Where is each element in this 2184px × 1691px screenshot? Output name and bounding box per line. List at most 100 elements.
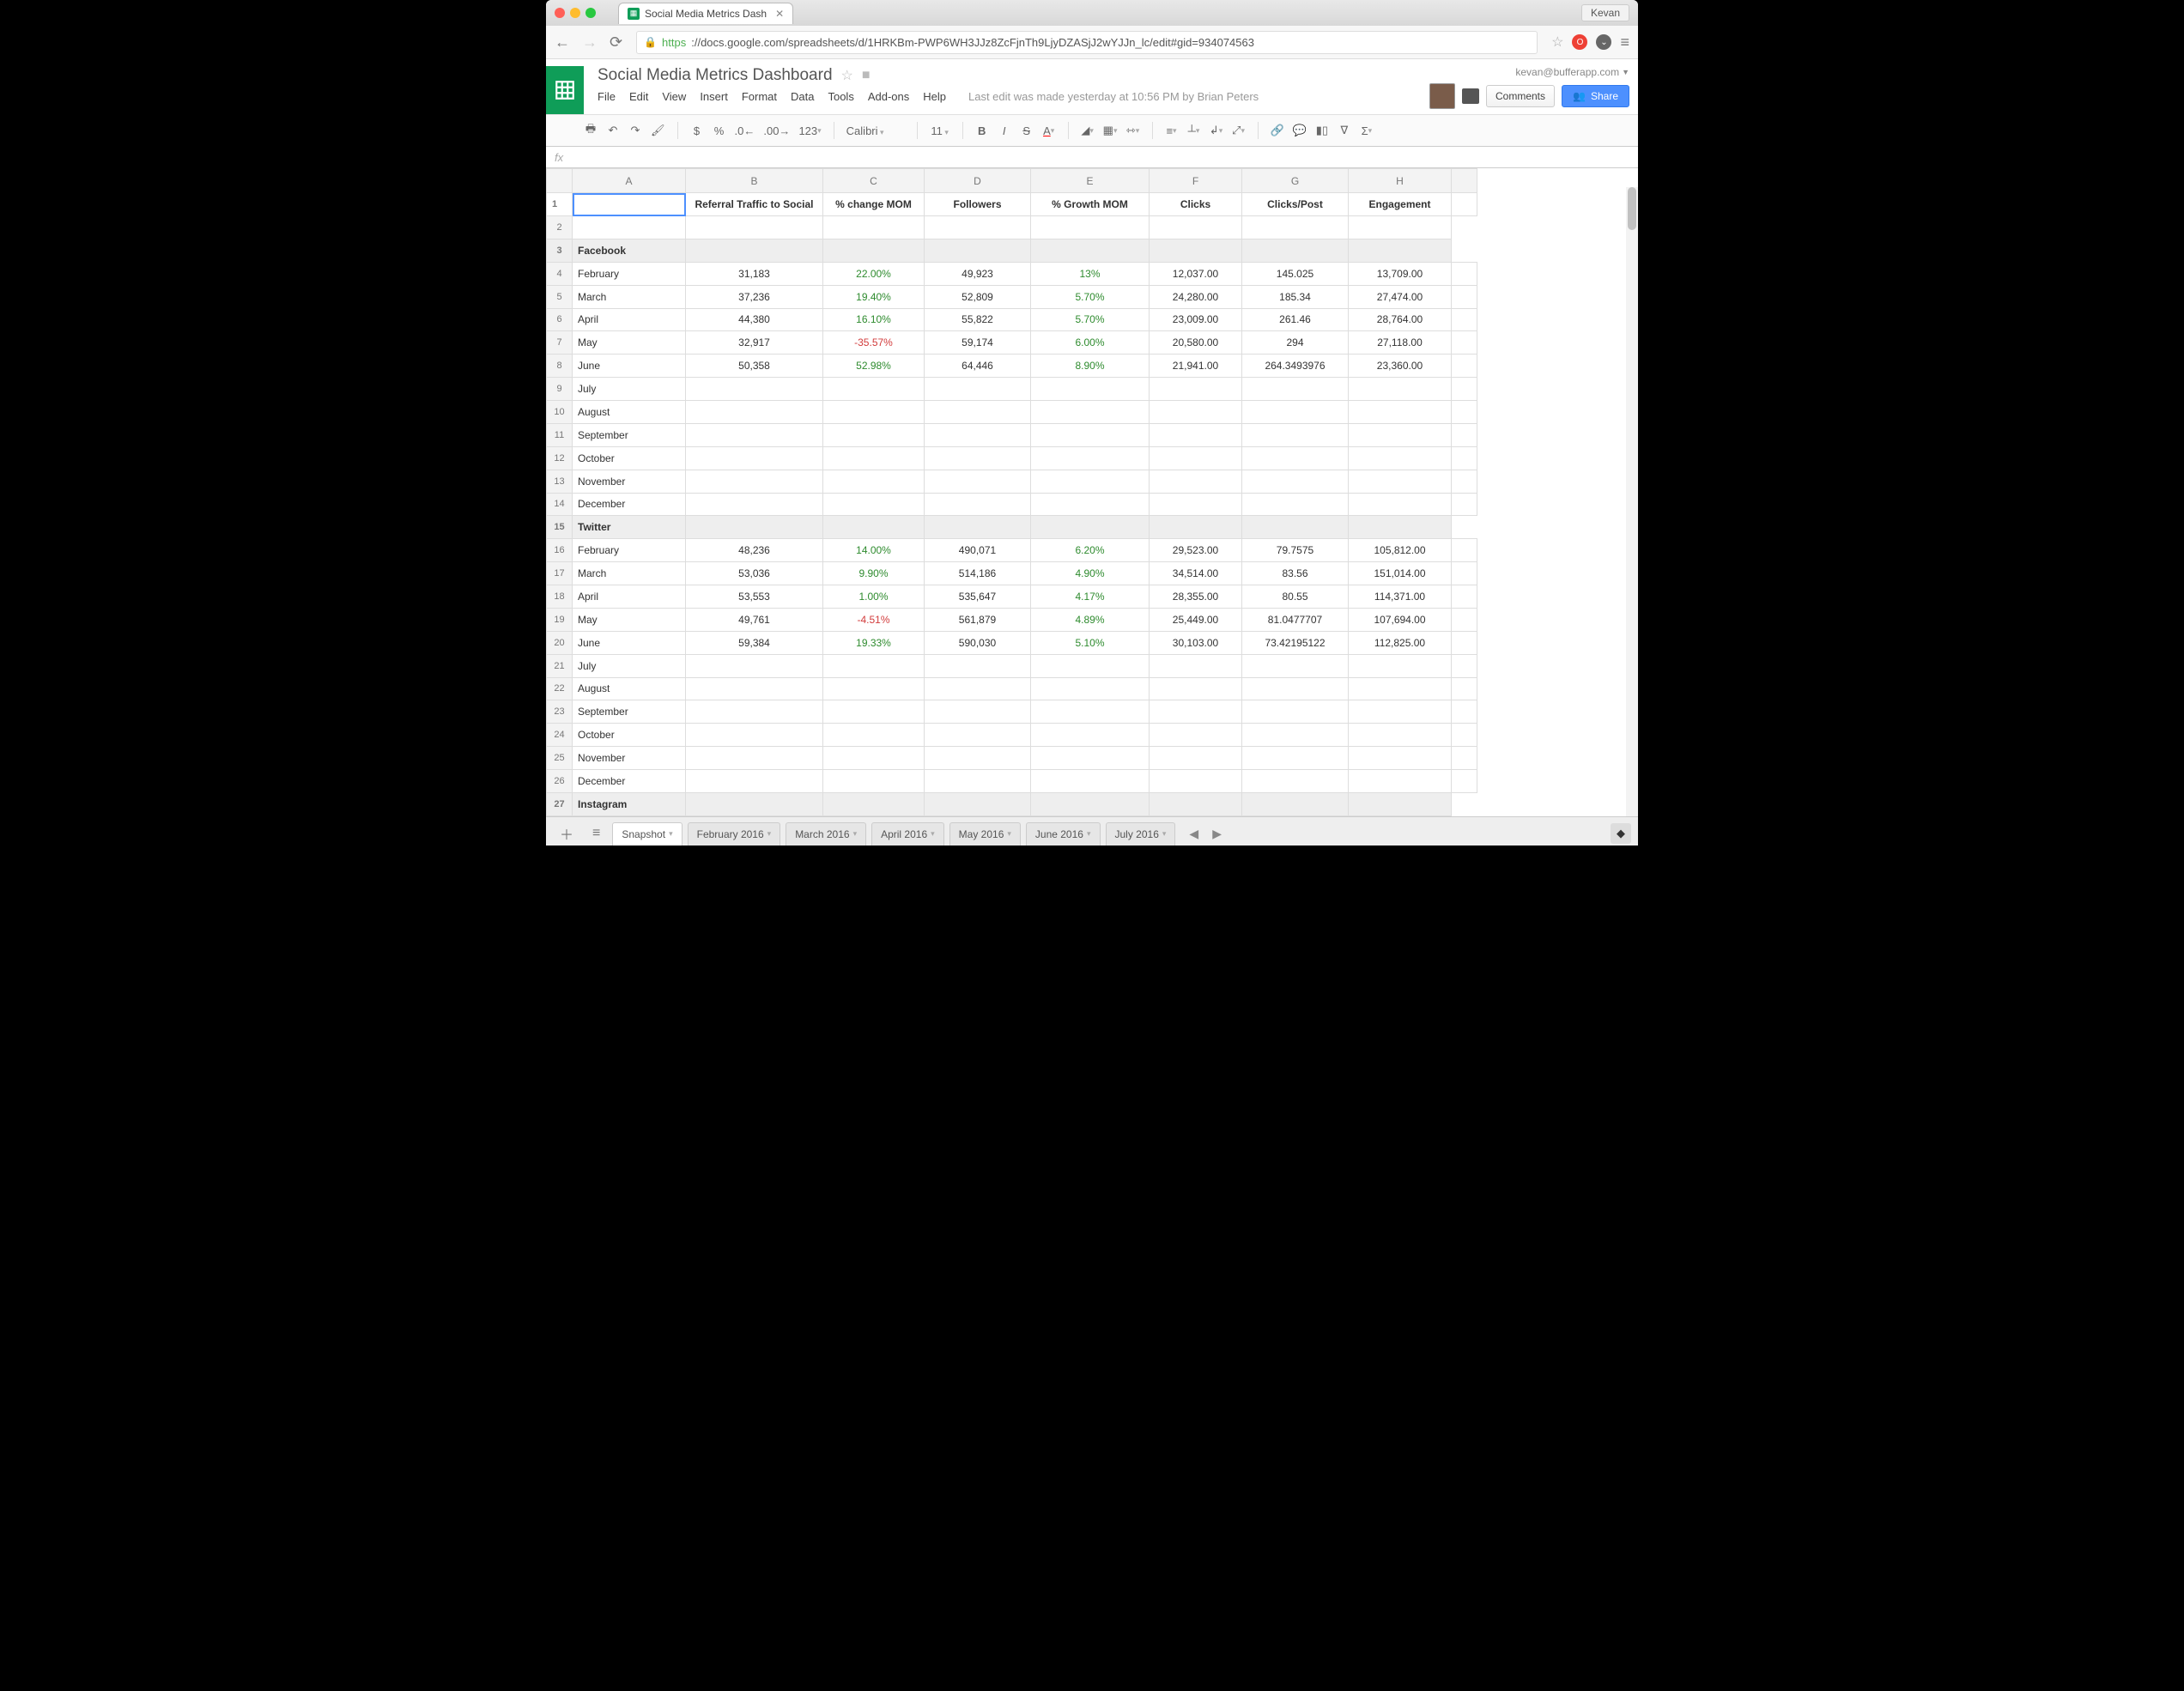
format-123-dropdown[interactable]: 123 [798,124,821,137]
cell[interactable]: 23,009.00 [1150,308,1242,331]
cell[interactable] [925,423,1031,446]
row-header[interactable]: 19 [547,608,573,631]
cell[interactable] [1242,770,1349,793]
cell[interactable]: 80.55 [1242,585,1349,609]
cell[interactable]: 12,037.00 [1150,262,1242,285]
cell[interactable]: -4.51% [823,608,925,631]
cell[interactable]: 185.34 [1242,285,1349,308]
bookmark-star-icon[interactable]: ☆ [1551,33,1563,51]
cell[interactable]: 44,380 [686,308,823,331]
cell[interactable]: 294 [1242,331,1349,355]
cell[interactable] [925,470,1031,493]
cell[interactable]: 32,917 [686,331,823,355]
tab-scroll-right-icon[interactable]: ▶ [1212,827,1222,841]
undo-icon[interactable]: ↶ [606,124,620,137]
cell[interactable]: 105,812.00 [1349,539,1452,562]
cell[interactable]: 64,446 [925,355,1031,378]
menu-addons[interactable]: Add-ons [868,90,909,103]
cell[interactable] [925,401,1031,424]
cell[interactable]: 535,647 [925,585,1031,609]
functions-icon[interactable]: Σ [1360,124,1374,137]
menu-edit[interactable]: Edit [629,90,648,103]
cell[interactable] [1349,700,1452,724]
row-header[interactable]: 17 [547,562,573,585]
formula-bar[interactable]: fx [546,147,1638,168]
cell[interactable] [686,677,823,700]
row-header[interactable]: 1 [547,193,573,216]
fill-color-icon[interactable]: ◢ [1081,124,1095,137]
col-header[interactable]: A [573,169,686,193]
column-title[interactable]: Referral Traffic to Social [686,193,823,216]
cell[interactable]: 5.10% [1031,631,1150,654]
comments-button[interactable]: Comments [1486,85,1555,107]
row-header[interactable]: 10 [547,401,573,424]
cell[interactable] [1242,654,1349,677]
extension-icon[interactable]: O [1572,34,1587,50]
cell[interactable] [1349,470,1452,493]
font-family-dropdown[interactable]: Calibri [846,124,905,137]
cell[interactable] [1031,677,1150,700]
cell[interactable]: 151,014.00 [1349,562,1452,585]
cell[interactable] [686,700,823,724]
cell[interactable] [925,770,1031,793]
cell-month[interactable]: July [573,654,686,677]
add-sheet-icon[interactable]: ＋ [553,820,580,846]
window-min-icon[interactable] [570,8,580,18]
section-name[interactable]: Instagram [573,792,686,815]
edit-history[interactable]: Last edit was made yesterday at 10:56 PM… [968,90,1259,103]
cell[interactable]: 5.70% [1031,285,1150,308]
cell[interactable] [1150,423,1242,446]
cell[interactable]: 261.46 [1242,308,1349,331]
cell-month[interactable]: February [573,262,686,285]
cell[interactable]: 9.90% [823,562,925,585]
comment-icon[interactable]: 💬 [1293,124,1307,137]
sheet-tab[interactable]: February 2016▾ [688,822,781,846]
cell[interactable] [1242,401,1349,424]
cell[interactable] [1150,446,1242,470]
cell[interactable] [1150,470,1242,493]
filter-icon[interactable]: ∇ [1338,124,1351,137]
sheet-tab[interactable]: June 2016▾ [1026,822,1101,846]
cell[interactable] [823,446,925,470]
cell[interactable] [686,770,823,793]
cell-month[interactable]: May [573,331,686,355]
row-header[interactable]: 14 [547,493,573,516]
row-header[interactable]: 16 [547,539,573,562]
cell[interactable]: 21,941.00 [1150,355,1242,378]
column-title[interactable]: Clicks [1150,193,1242,216]
borders-icon[interactable]: ▦ [1103,124,1118,137]
cell-month[interactable]: August [573,401,686,424]
cell[interactable]: 14.00% [823,539,925,562]
cell[interactable] [823,654,925,677]
cell[interactable] [1349,378,1452,401]
row-header[interactable]: 18 [547,585,573,609]
rotate-icon[interactable]: ⤢ [1232,124,1246,137]
cell[interactable]: 49,923 [925,262,1031,285]
row-header[interactable]: 21 [547,654,573,677]
cell[interactable] [1349,747,1452,770]
cell[interactable] [1031,446,1150,470]
bold-icon[interactable]: B [975,124,989,137]
column-title[interactable]: % Growth MOM [1031,193,1150,216]
cell[interactable]: 50,358 [686,355,823,378]
cell[interactable] [823,493,925,516]
italic-icon[interactable]: I [998,124,1011,137]
cell[interactable]: 81.0477707 [1242,608,1349,631]
window-close-icon[interactable] [555,8,565,18]
cell[interactable]: 55,822 [925,308,1031,331]
share-button[interactable]: 👥Share [1562,85,1629,107]
cell[interactable]: 145.025 [1242,262,1349,285]
url-input[interactable]: 🔒 https://docs.google.com/spreadsheets/d… [636,31,1538,54]
cell[interactable]: 13% [1031,262,1150,285]
section-name[interactable]: Facebook [573,239,686,262]
cell[interactable]: 264.3493976 [1242,355,1349,378]
row-header[interactable]: 22 [547,677,573,700]
cell-month[interactable]: March [573,285,686,308]
sheets-logo-icon[interactable] [546,66,584,114]
cell[interactable] [925,677,1031,700]
print-icon[interactable]: 🖶 [584,121,598,140]
menu-view[interactable]: View [662,90,686,103]
column-title[interactable]: % change MOM [823,193,925,216]
cell[interactable]: 83.56 [1242,562,1349,585]
all-sheets-icon[interactable]: ≡ [585,822,607,845]
